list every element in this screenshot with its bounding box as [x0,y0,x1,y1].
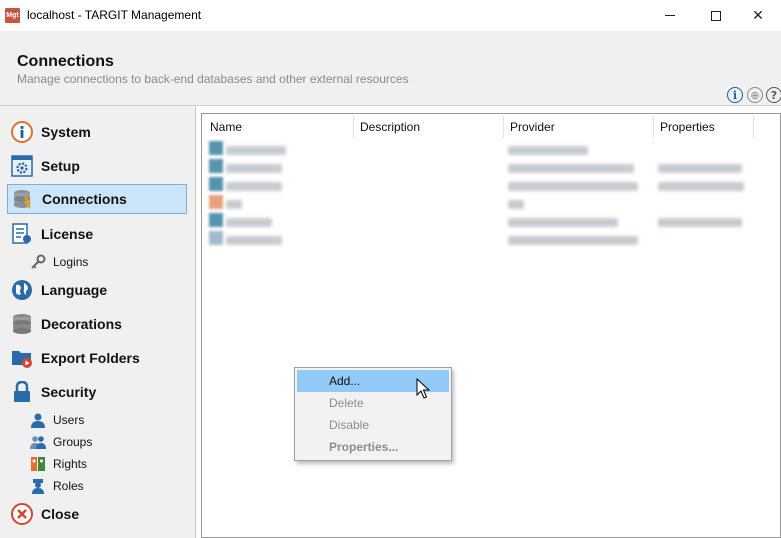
database-stack-icon [11,313,33,335]
sidebar-subitem-logins[interactable]: Logins [30,252,88,272]
minimize-icon [665,15,675,16]
blurred-cell [508,232,641,245]
menu-item-disable[interactable]: Disable [297,414,449,436]
sidebar-subitem-label: Rights [53,457,88,471]
table-row[interactable] [206,158,766,176]
blurred-cell [508,142,591,155]
page-header: Connections Manage connections to back-e… [0,31,781,105]
sidebar-item-setup[interactable]: Setup [7,151,187,181]
blurred-cell [226,142,289,155]
blurred-cell [508,196,527,209]
blurred-cell [658,178,747,191]
sidebar-subitem-groups[interactable]: Groups [30,432,92,452]
database-connection-icon [12,188,34,210]
table-row[interactable] [206,140,766,158]
connection-icon [209,213,223,227]
help-icon[interactable]: ? [766,87,781,103]
gear-window-icon [11,155,33,177]
page-subtitle: Manage connections to back-end databases… [17,72,409,86]
close-window-button[interactable]: ✕ [735,0,781,31]
sidebar-subitem-label: Users [53,413,85,427]
sidebar-item-decorations[interactable]: Decorations [7,309,187,339]
globe-icon [11,279,33,301]
globe-icon[interactable]: ⊕ [747,87,763,103]
connections-list[interactable]: Name Description Provider Properties [201,113,781,538]
group-icon [30,434,46,450]
blurred-cell [226,160,285,173]
app-logo-icon: Mgt [5,8,20,23]
sidebar-item-security[interactable]: Security [7,377,187,407]
blurred-cell [658,214,745,227]
maximize-button[interactable] [693,0,739,31]
rights-icon [30,456,46,472]
sidebar-item-connections[interactable]: Connections [7,184,187,214]
close-icon: ✕ [752,7,764,24]
sidebar-item-label: Decorations [41,316,122,332]
info-circle-icon [11,121,33,143]
sidebar-item-label: License [41,226,94,242]
sidebar-item-label: Setup [41,158,80,174]
key-icon [30,254,46,270]
sidebar-item-system[interactable]: System [7,117,187,147]
sidebar-item-label: System [41,124,91,140]
connection-icon [209,159,223,173]
blurred-cell [508,160,637,173]
folder-play-icon [11,347,33,369]
blurred-cell [226,232,285,245]
blurred-cell [658,160,745,173]
sidebar-item-label: Export Folders [41,350,140,366]
blurred-cell [508,214,621,227]
sidebar-item-label: Close [41,506,80,522]
sidebar-subitem-users[interactable]: Users [30,410,84,430]
sidebar-item-close[interactable]: Close [7,499,187,529]
sidebar-item-label: Connections [42,191,127,207]
user-icon [30,412,46,428]
table-row[interactable] [206,230,766,248]
sidebar-item-label: Language [41,282,108,298]
sidebar-item-export-folders[interactable]: Export Folders [7,343,187,373]
column-header-name[interactable]: Name [204,116,354,138]
blurred-cell [226,178,285,191]
connection-icon [209,141,223,155]
sidebar-subitem-label: Roles [53,479,84,493]
close-circle-icon [11,503,33,525]
connection-icon [209,195,223,209]
column-header-properties[interactable]: Properties [654,116,754,138]
role-icon [30,478,46,494]
sidebar-subitem-label: Groups [53,435,93,449]
mouse-pointer-icon [416,378,430,399]
title-bar: Mgt localhost - TARGIT Management ✕ [0,0,781,31]
sidebar-subitem-rights[interactable]: Rights [30,454,87,474]
sidebar-subitem-label: Logins [53,255,89,269]
sidebar: System Setup Connections License Logins … [0,106,196,538]
blurred-cell [508,178,641,191]
column-header-description[interactable]: Description [354,116,504,138]
page-title: Connections [17,53,114,70]
license-document-icon [11,223,33,245]
info-icon[interactable]: i [727,87,743,103]
table-row[interactable] [206,176,766,194]
column-header-provider[interactable]: Provider [504,116,654,138]
table-row[interactable] [206,194,766,212]
minimize-button[interactable] [647,0,693,31]
padlock-icon [11,381,33,403]
sidebar-item-license[interactable]: License [7,219,187,249]
sidebar-item-language[interactable]: Language [7,275,187,305]
window-title: localhost - TARGIT Management [27,8,202,22]
blurred-cell [226,196,245,209]
table-row[interactable] [206,212,766,230]
blurred-cell [226,214,275,227]
sidebar-subitem-roles[interactable]: Roles [30,476,84,496]
connection-icon [209,177,223,191]
maximize-icon [711,10,721,21]
connection-icon [209,231,223,245]
sidebar-item-label: Security [41,384,97,400]
menu-item-properties[interactable]: Properties... [297,436,449,458]
